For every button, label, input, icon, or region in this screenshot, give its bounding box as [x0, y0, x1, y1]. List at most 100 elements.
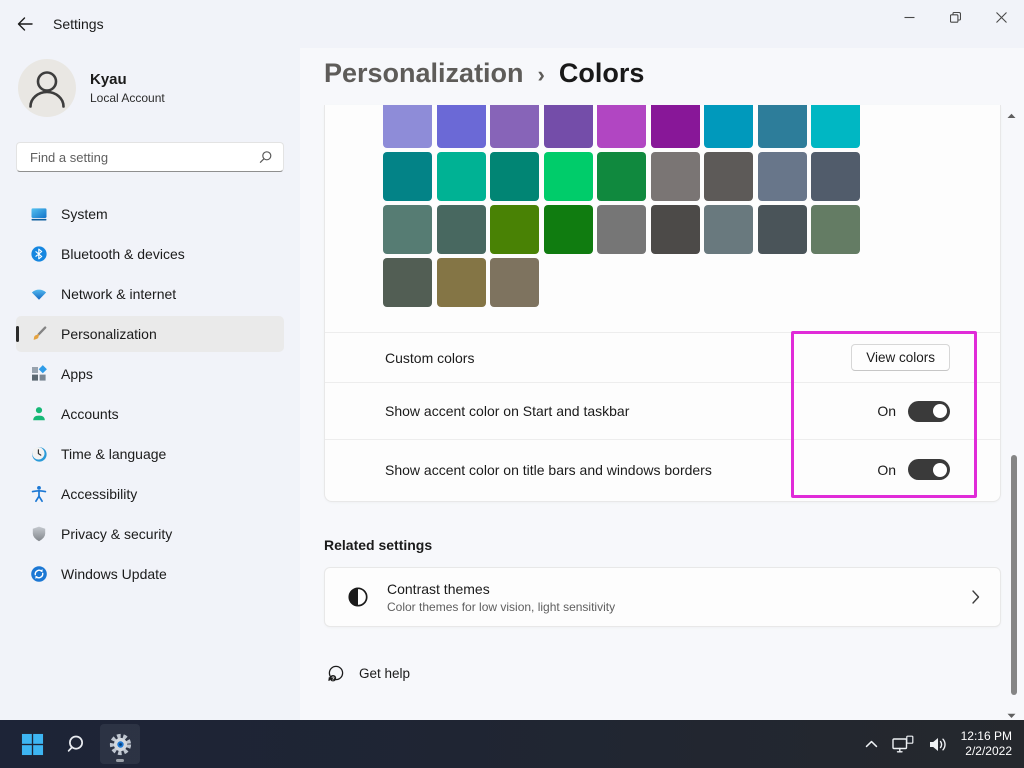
- search-input[interactable]: [17, 149, 258, 165]
- sidebar-item-label: System: [61, 206, 108, 222]
- page-title: Colors: [558, 58, 645, 88]
- help-icon: ?: [326, 664, 345, 683]
- sidebar-item-accessibility[interactable]: Accessibility: [16, 476, 284, 512]
- sidebar-item-bluetooth[interactable]: Bluetooth & devices: [16, 236, 284, 272]
- taskbar-settings-app-button[interactable]: [100, 724, 140, 764]
- scrollbar-thumb[interactable]: [1011, 455, 1017, 695]
- accent-color-swatch[interactable]: [543, 152, 593, 201]
- accent-color-swatch[interactable]: [597, 152, 646, 201]
- accent-start-row: Show accent color on Start and taskbar O…: [325, 382, 1000, 439]
- custom-colors-row: Custom colors View colors: [325, 332, 1000, 382]
- get-help-link[interactable]: ? Get help: [326, 664, 410, 683]
- accent-color-swatch[interactable]: [543, 205, 593, 254]
- accent-color-swatch[interactable]: [704, 105, 753, 148]
- accent-color-swatch[interactable]: [811, 205, 860, 254]
- accent-color-swatch[interactable]: [436, 258, 486, 307]
- accent-titlebar-label: Show accent color on title bars and wind…: [385, 461, 712, 478]
- accent-color-swatch[interactable]: [811, 105, 860, 148]
- breadcrumb-parent[interactable]: Personalization: [324, 58, 524, 89]
- sidebar-item-system[interactable]: System: [16, 196, 284, 232]
- accent-color-swatch[interactable]: [757, 105, 807, 148]
- contrast-themes-subtitle: Color themes for low vision, light sensi…: [387, 599, 616, 614]
- accent-color-swatch[interactable]: [383, 152, 432, 201]
- accent-color-swatch[interactable]: [383, 258, 432, 307]
- volume-icon[interactable]: [921, 724, 955, 764]
- close-button[interactable]: [978, 0, 1024, 34]
- svg-text:?: ?: [331, 676, 334, 682]
- accent-color-swatch[interactable]: [597, 105, 646, 148]
- sidebar-item-personalization[interactable]: Personalization: [16, 316, 284, 352]
- accent-color-swatch[interactable]: [650, 152, 700, 201]
- accent-color-swatch[interactable]: [757, 205, 807, 254]
- sidebar-item-apps[interactable]: Apps: [16, 356, 284, 392]
- sidebar-item-label: Accounts: [61, 406, 119, 422]
- view-colors-button[interactable]: View colors: [851, 344, 950, 371]
- scrollbar-up-arrow[interactable]: [1007, 106, 1016, 124]
- accounts-icon: [30, 405, 48, 423]
- minimize-button[interactable]: [886, 0, 932, 34]
- accent-color-swatch[interactable]: [650, 105, 700, 148]
- accent-color-swatch[interactable]: [490, 152, 539, 201]
- accent-color-swatch[interactable]: [436, 205, 486, 254]
- sidebar-item-label: Personalization: [61, 326, 157, 342]
- accent-colors-card: Custom colors View colors Show accent co…: [324, 105, 1001, 502]
- user-name: Kyau: [90, 71, 127, 88]
- search-icon: [258, 150, 273, 165]
- user-profile[interactable]: Kyau Local Account: [18, 59, 165, 117]
- accent-color-swatch[interactable]: [811, 152, 860, 201]
- sidebar-item-label: Windows Update: [61, 566, 167, 582]
- back-button[interactable]: [12, 13, 38, 35]
- accent-color-grid: [383, 105, 1000, 307]
- network-icon[interactable]: [885, 724, 921, 764]
- accent-color-swatch[interactable]: [383, 205, 432, 254]
- sidebar-item-accounts[interactable]: Accounts: [16, 396, 284, 432]
- network-icon: [30, 285, 48, 303]
- accent-titlebar-state: On: [877, 461, 896, 478]
- sidebar-item-privacy[interactable]: Privacy & security: [16, 516, 284, 552]
- accent-color-swatch[interactable]: [490, 258, 539, 307]
- accent-color-swatch[interactable]: [597, 205, 646, 254]
- accent-color-swatch[interactable]: [650, 205, 700, 254]
- sidebar-item-label: Time & language: [61, 446, 167, 462]
- accent-start-toggle[interactable]: [908, 400, 950, 422]
- search-box: [16, 142, 284, 172]
- sidebar-item-network[interactable]: Network & internet: [16, 276, 284, 312]
- accent-color-swatch[interactable]: [757, 152, 807, 201]
- sidebar-item-time[interactable]: Time & language: [16, 436, 284, 472]
- minimize-icon: [904, 12, 915, 23]
- accent-color-swatch[interactable]: [383, 105, 432, 148]
- breadcrumb-separator-icon: ›: [537, 62, 545, 87]
- clock-date: 2/2/2022: [965, 744, 1012, 758]
- sidebar-item-label: Accessibility: [61, 486, 138, 502]
- accent-color-swatch[interactable]: [490, 205, 539, 254]
- chevron-right-icon: [972, 590, 980, 604]
- restore-button[interactable]: [932, 0, 978, 34]
- avatar: [18, 59, 76, 117]
- taskbar: 12:16 PM 2/2/2022: [0, 720, 1024, 768]
- sidebar-item-update[interactable]: Windows Update: [16, 556, 284, 592]
- personalization-icon: [30, 325, 48, 343]
- accent-color-swatch[interactable]: [543, 105, 593, 148]
- accessibility-icon: [30, 485, 48, 503]
- accent-color-swatch[interactable]: [436, 152, 486, 201]
- start-button[interactable]: [12, 724, 52, 764]
- tray-chevron-up-icon[interactable]: [858, 724, 885, 764]
- window-title: Settings: [53, 16, 104, 32]
- accent-start-state: On: [877, 403, 896, 419]
- sidebar-item-label: Network & internet: [61, 286, 177, 302]
- taskbar-clock[interactable]: 12:16 PM 2/2/2022: [961, 729, 1012, 759]
- accent-titlebar-toggle[interactable]: [908, 459, 950, 480]
- accent-color-swatch[interactable]: [490, 105, 539, 148]
- accent-titlebar-row: Show accent color on title bars and wind…: [325, 439, 1000, 499]
- sidebar-item-label: Privacy & security: [61, 526, 173, 542]
- accent-color-swatch[interactable]: [704, 205, 753, 254]
- contrast-icon: [345, 584, 371, 610]
- taskbar-search-button[interactable]: [56, 724, 96, 764]
- search-icon: [65, 733, 88, 756]
- windows-logo-icon: [21, 733, 44, 756]
- sidebar-item-label: Bluetooth & devices: [61, 246, 185, 262]
- contrast-themes-row[interactable]: Contrast themes Color themes for low vis…: [324, 567, 1001, 627]
- accent-color-swatch[interactable]: [436, 105, 486, 148]
- person-icon: [18, 59, 76, 117]
- accent-color-swatch[interactable]: [704, 152, 753, 201]
